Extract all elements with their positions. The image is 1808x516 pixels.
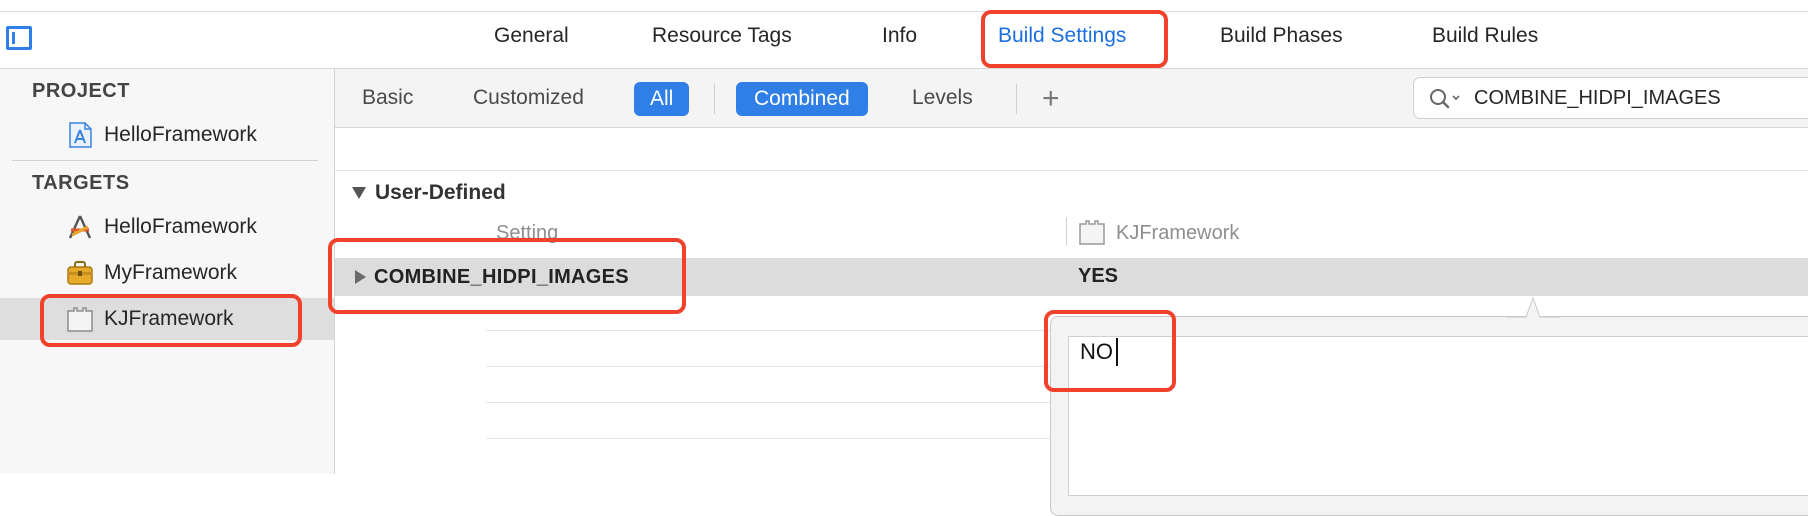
- framework-icon: [1079, 220, 1105, 245]
- sidebar-item-label: HelloFramework: [104, 123, 257, 146]
- project-section-title: PROJECT: [32, 80, 130, 102]
- content-divider: [335, 170, 1808, 171]
- tab-build-rules[interactable]: Build Rules: [1432, 24, 1538, 48]
- sidebar-item-project-helloframework[interactable]: HelloFramework: [0, 114, 334, 156]
- sidebar-item-target-helloframework[interactable]: HelloFramework: [0, 206, 334, 248]
- sidebar-item-label: HelloFramework: [104, 215, 257, 238]
- highlight-value-editor: [1044, 310, 1176, 392]
- sidebar-divider: [12, 160, 318, 161]
- search-input-value: COMBINE_HIDPI_IMAGES: [1474, 87, 1721, 109]
- filter-basic-button[interactable]: Basic: [362, 86, 413, 110]
- tab-general[interactable]: General: [494, 24, 569, 48]
- app-target-icon: [68, 215, 92, 239]
- add-setting-button[interactable]: +: [1042, 84, 1060, 114]
- highlight-setting-name: [328, 238, 686, 314]
- settings-group-title: User-Defined: [375, 181, 506, 204]
- filter-all-button[interactable]: All: [634, 82, 690, 116]
- settings-search-field[interactable]: COMBINE_HIDPI_IMAGES: [1413, 77, 1808, 119]
- highlight-kjframework-target: [40, 294, 302, 347]
- view-levels-button[interactable]: Levels: [912, 86, 973, 110]
- tab-resource-tags[interactable]: Resource Tags: [652, 24, 792, 48]
- value-editor-textarea[interactable]: [1068, 336, 1808, 496]
- toolbox-icon: [67, 261, 93, 285]
- targets-section-title: TARGETS: [32, 172, 130, 194]
- column-separator: [1066, 217, 1067, 245]
- tab-build-phases[interactable]: Build Phases: [1220, 24, 1343, 48]
- sidebar-item-label: MyFramework: [104, 261, 238, 284]
- sidebar-item-target-myframework[interactable]: MyFramework: [0, 252, 334, 294]
- view-combined-button[interactable]: Combined: [736, 82, 868, 116]
- tab-info[interactable]: Info: [882, 24, 917, 48]
- search-icon: [1430, 89, 1460, 109]
- target-column-header: KJFramework: [1116, 222, 1240, 244]
- highlight-build-settings-tab: [981, 10, 1168, 68]
- popover-arrow: [1506, 296, 1560, 318]
- filter-customized-button[interactable]: Customized: [473, 86, 584, 110]
- setting-value[interactable]: YES: [1078, 265, 1118, 288]
- project-blueprint-icon: [69, 122, 92, 148]
- disclosure-open-icon[interactable]: [351, 185, 367, 201]
- filter-separator: [1016, 84, 1017, 114]
- sidebar-toggle-icon[interactable]: [6, 26, 32, 50]
- filter-separator: [714, 84, 715, 114]
